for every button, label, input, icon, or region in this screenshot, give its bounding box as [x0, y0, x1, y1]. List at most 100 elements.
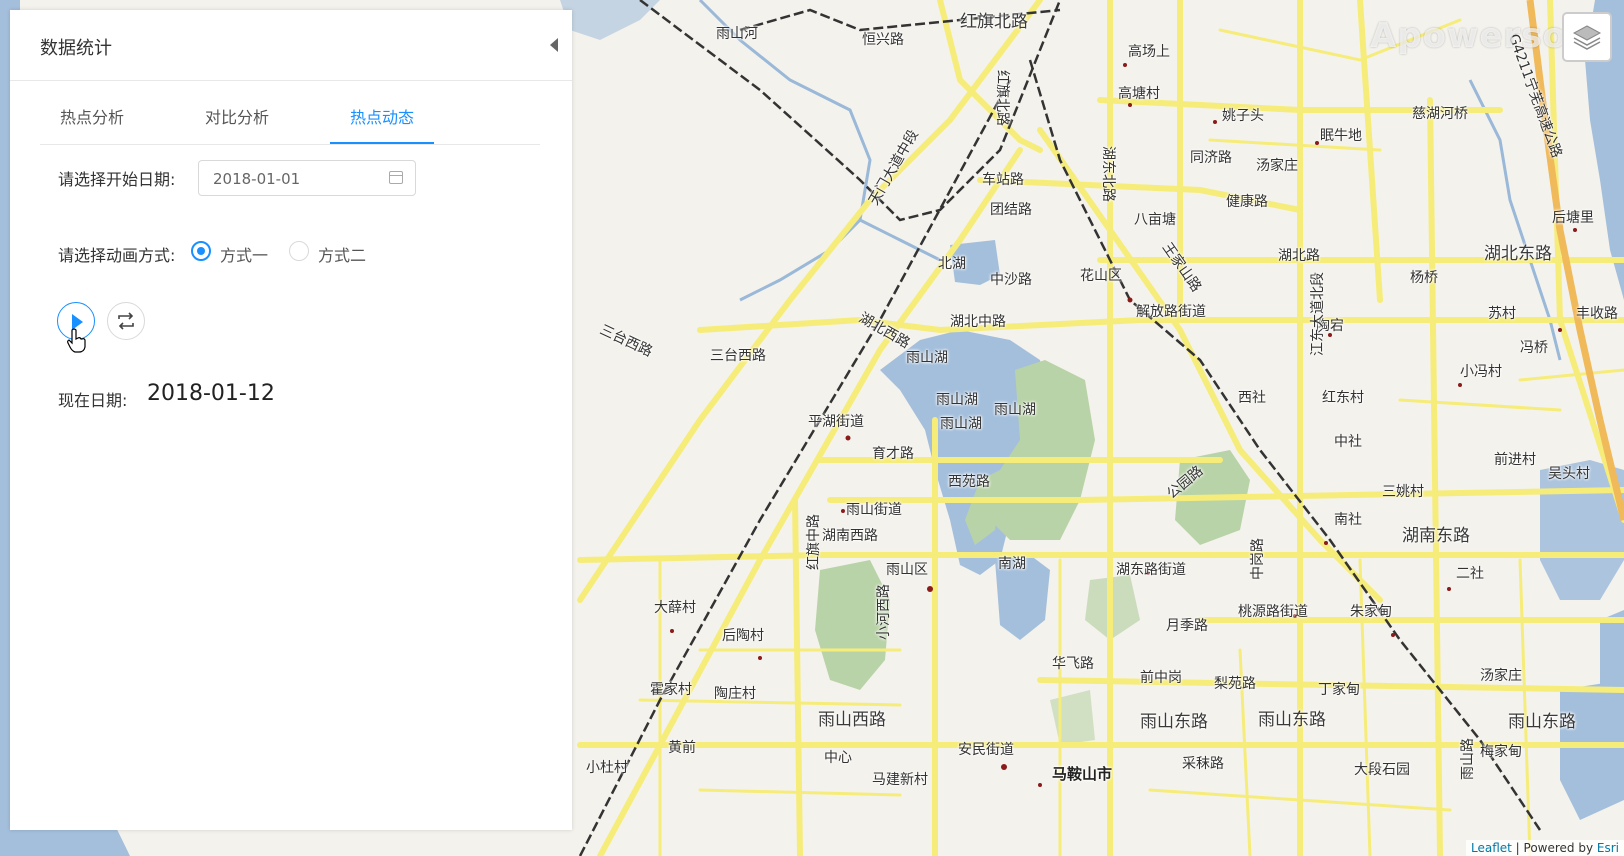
- radio-mode-two[interactable]: [289, 241, 309, 261]
- map-label: 前进村: [1494, 452, 1536, 468]
- map-label: 大薛村: [654, 600, 696, 616]
- map-label: 雨山路: [1460, 738, 1476, 780]
- map-label: 湖北东路: [1484, 244, 1552, 264]
- map-label: 雨山东路: [1140, 712, 1208, 732]
- caret-left-icon[interactable]: [550, 38, 558, 52]
- map-label: 红旗北路: [994, 70, 1010, 126]
- map-label: 团结路: [990, 202, 1032, 218]
- map-label: 育才路: [872, 446, 914, 462]
- tab-hotspot-dynamics[interactable]: 热点动态: [330, 104, 435, 144]
- map-label: 雨山西路: [818, 710, 886, 730]
- map-label: 北湖: [938, 256, 966, 272]
- radio-mode-one-label[interactable]: 方式一: [220, 242, 268, 266]
- esri-link[interactable]: Esri: [1597, 841, 1619, 855]
- map-label: 冯桥: [1520, 340, 1548, 356]
- map-label: 江东大道北段: [1310, 272, 1326, 356]
- map-label: 月季路: [1166, 618, 1208, 634]
- map-label: 后陶村: [722, 628, 764, 644]
- map-label: 吴头村: [1548, 466, 1590, 482]
- map-label: 眠牛地: [1320, 128, 1362, 144]
- map-label: 前中岗: [1140, 670, 1182, 686]
- map-label: 后塘里: [1552, 210, 1594, 226]
- map-label: 湖南东路: [1402, 526, 1470, 546]
- map-label: 中沙路: [990, 272, 1032, 288]
- map-label: 雨山东路: [1258, 710, 1326, 730]
- map-label: 同济路: [1190, 150, 1232, 166]
- map-label: 雨山湖: [994, 402, 1036, 418]
- panel-header: 数据统计: [10, 10, 572, 81]
- map-label: 雨山湖: [906, 350, 948, 366]
- leaflet-link[interactable]: Leaflet: [1471, 841, 1512, 855]
- map-label: 丁家甸: [1318, 682, 1360, 698]
- map-label: 雨山区: [886, 562, 928, 578]
- map-label: 湖东路街道: [1116, 562, 1186, 578]
- map-label: 小冯村: [1460, 364, 1502, 380]
- map-label: 华飞路: [1052, 656, 1094, 672]
- map-label: 中心: [824, 750, 852, 766]
- map-label: 高塘村: [1118, 86, 1160, 102]
- map-label: 雨山湖: [940, 416, 982, 432]
- map-label: 湖北路: [1278, 248, 1320, 264]
- animation-mode-label: 请选择动画方式:: [58, 246, 176, 265]
- map-label: 红旗北路: [960, 12, 1028, 32]
- map-label: 中岗路: [1250, 538, 1266, 580]
- map-label: 解放路街道: [1136, 304, 1206, 320]
- loop-icon: [118, 312, 134, 330]
- statistics-panel: 数据统计 热点分析 对比分析 热点动态 请选择开始日期: 2018-01-01 …: [10, 10, 572, 830]
- tab-bar: 热点分析 对比分析 热点动态: [40, 90, 540, 145]
- map-label: 梅家甸: [1480, 744, 1522, 760]
- map-label: 湖北中路: [950, 314, 1006, 330]
- tab-comparison-analysis[interactable]: 对比分析: [185, 104, 289, 142]
- map-label: 汤家庄: [1256, 158, 1298, 174]
- attribution-separator: | Powered by: [1511, 841, 1597, 855]
- map-label: 杨桥: [1410, 270, 1438, 286]
- radio-mode-two-label[interactable]: 方式二: [318, 242, 366, 266]
- current-date-value: 2018-01-12: [147, 381, 275, 406]
- map-label: 雨山东路: [1508, 712, 1576, 732]
- layers-icon: [1572, 25, 1602, 50]
- map-label: 朱家甸: [1350, 604, 1392, 620]
- map-label: 花山区: [1080, 268, 1122, 284]
- map-label: 南社: [1334, 512, 1362, 528]
- map-label: 雨山街道: [846, 502, 902, 518]
- map-label: 慈湖河桥: [1412, 106, 1468, 122]
- map-label: 南湖: [998, 556, 1026, 572]
- start-date-input[interactable]: 2018-01-01: [198, 160, 416, 196]
- map-label: 湖东北路: [1100, 146, 1116, 202]
- loop-button[interactable]: [107, 302, 145, 340]
- map-label: 高场上: [1128, 44, 1170, 60]
- panel-title: 数据统计: [40, 38, 112, 59]
- map-label: 马鞍山市: [1052, 765, 1113, 783]
- map-label: 车站路: [982, 172, 1024, 188]
- map-label: 采秣路: [1182, 756, 1224, 772]
- map-label: 中社: [1334, 434, 1362, 450]
- map-label: 健康路: [1226, 194, 1268, 210]
- radio-mode-one[interactable]: [191, 241, 211, 261]
- map-label: 小杜村: [586, 760, 628, 776]
- map-label: 丰收路: [1576, 306, 1618, 322]
- tab-hotspot-analysis[interactable]: 热点分析: [40, 104, 144, 142]
- map-label: 恒兴路: [862, 32, 904, 48]
- map-label: 平湖街道: [808, 414, 864, 430]
- map-label: 小河西路: [876, 584, 892, 640]
- map-label: 八亩塘: [1134, 212, 1176, 228]
- map-label: 陶庄村: [714, 686, 756, 702]
- map-label: 西社: [1238, 390, 1266, 406]
- calendar-icon: [389, 171, 403, 184]
- map-label: 霍家村: [650, 682, 692, 698]
- map-label: 姚子头: [1222, 108, 1264, 124]
- map-label: 大段石园: [1354, 762, 1410, 778]
- map-label: 三台西路: [710, 348, 766, 364]
- map-label: 马建新村: [872, 772, 928, 788]
- map-label: 苏村: [1488, 306, 1516, 322]
- map-label: 二社: [1456, 566, 1484, 582]
- map-label: 梨苑路: [1214, 676, 1256, 692]
- current-date-label: 现在日期:: [58, 391, 128, 410]
- map-label: 安民街道: [958, 742, 1014, 758]
- start-date-value: 2018-01-01: [213, 170, 301, 188]
- layers-control-button[interactable]: [1562, 12, 1612, 62]
- map-label: 红旗中路: [806, 514, 822, 570]
- map-label: 湖南西路: [822, 528, 878, 544]
- map-label: 雨山湖: [936, 392, 978, 408]
- map-label: 三姚村: [1382, 484, 1424, 500]
